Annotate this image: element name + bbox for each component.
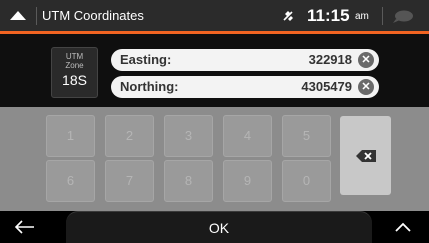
- divider: [382, 7, 383, 25]
- zone-label-line1: UTM: [65, 52, 84, 61]
- top-bar: UTM Coordinates 11:15 am: [0, 0, 429, 34]
- key-7[interactable]: 7: [105, 160, 154, 202]
- gps-satellite-icon: [283, 11, 293, 21]
- clock-ampm: am: [355, 11, 369, 22]
- back-arrow-icon[interactable]: [12, 217, 36, 237]
- clock-time: 11:15: [307, 6, 350, 25]
- key-4[interactable]: 4: [223, 115, 272, 157]
- divider: [36, 7, 37, 25]
- key-1[interactable]: 1: [46, 115, 95, 157]
- coordinate-input-panel: UTM Zone 18S Easting: 322918 ✕ Northing:…: [0, 34, 429, 107]
- northing-clear-button[interactable]: ✕: [358, 79, 374, 95]
- easting-field[interactable]: Easting: 322918 ✕: [111, 49, 379, 71]
- key-5[interactable]: 5: [282, 115, 331, 157]
- clear-icon: ✕: [361, 53, 371, 66]
- zone-label-line2: Zone: [65, 61, 84, 70]
- ok-button[interactable]: OK: [66, 211, 372, 243]
- northing-label: Northing:: [120, 79, 179, 94]
- easting-clear-button[interactable]: ✕: [358, 52, 374, 68]
- chevron-up-icon[interactable]: [388, 217, 418, 237]
- key-2[interactable]: 2: [105, 115, 154, 157]
- key-6[interactable]: 6: [46, 160, 95, 202]
- easting-label: Easting:: [120, 52, 172, 67]
- message-bubble-icon[interactable]: [392, 10, 414, 24]
- northing-value: 4305479: [301, 79, 352, 94]
- key-8[interactable]: 8: [164, 160, 213, 202]
- zone-value: 18S: [62, 72, 87, 88]
- key-0[interactable]: 0: [282, 160, 331, 202]
- page-title: UTM Coordinates: [42, 8, 144, 23]
- up-arrow-icon: [10, 11, 26, 20]
- key-3[interactable]: 3: [164, 115, 213, 157]
- menu-up-button[interactable]: [0, 0, 36, 31]
- bottom-bar: OK: [0, 211, 429, 243]
- easting-value: 322918: [308, 52, 352, 67]
- backspace-icon: [355, 149, 376, 162]
- key-9[interactable]: 9: [223, 160, 272, 202]
- northing-field[interactable]: Northing: 4305479 ✕: [111, 76, 379, 98]
- backspace-button[interactable]: [340, 116, 391, 195]
- numeric-keypad: 1 2 3 4 5 6 7 8 9 0: [0, 107, 429, 211]
- clear-icon: ✕: [361, 80, 371, 93]
- utm-zone-selector[interactable]: UTM Zone 18S: [51, 47, 98, 98]
